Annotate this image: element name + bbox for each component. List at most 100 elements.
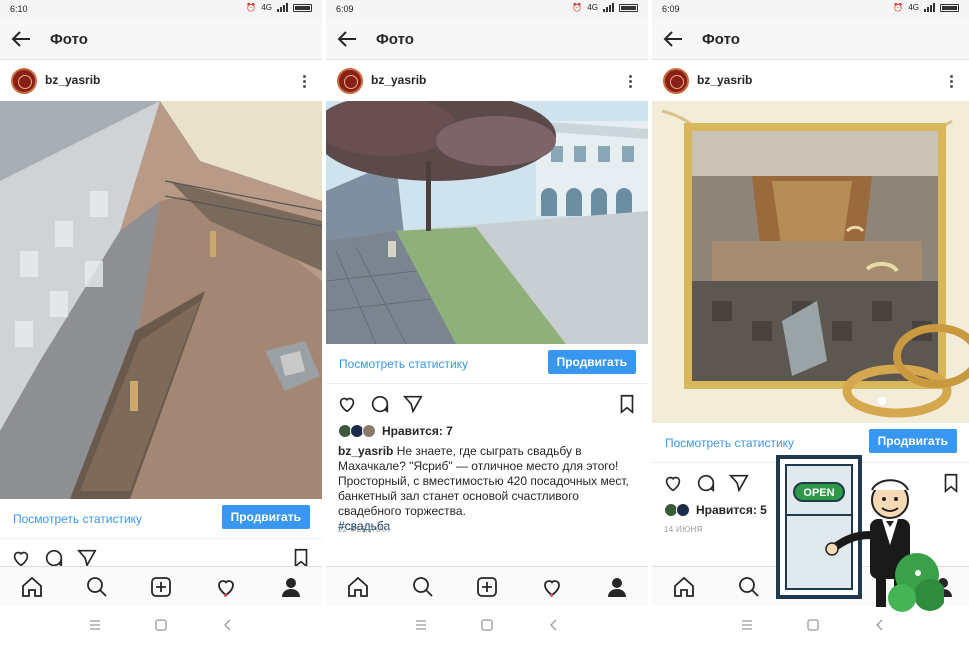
banquet-hall-photo [652,101,969,423]
activity-tab[interactable] [540,567,564,607]
building-photo [326,101,648,344]
home-icon[interactable] [20,575,44,599]
profile-icon[interactable] [279,575,303,599]
home-icon[interactable] [346,575,370,599]
promotion-row: Посмотреть статистику Продвигать [0,499,322,539]
post-date: 14 ИЮНЯ [664,525,703,534]
heart-icon[interactable] [336,393,358,415]
likes-count: Нравится: 7 [382,424,453,438]
likes-row[interactable]: Нравится: 5 [664,503,767,517]
network-label: 4G [587,3,598,12]
more-vertical-icon[interactable] [300,73,308,89]
alarm-icon: ⏰ [246,3,257,12]
profile-icon[interactable] [605,575,629,599]
signal-icon [924,3,935,12]
promote-button[interactable]: Продвигать [868,429,957,453]
arrow-left-icon[interactable] [662,29,684,49]
status-time: 6:10 [10,4,28,14]
comment-icon[interactable] [369,393,391,415]
home-square-icon[interactable] [154,618,168,632]
avatar[interactable] [663,68,689,94]
view-stats-link[interactable]: Посмотреть статистику [665,436,794,450]
post-username[interactable]: bz_yasrib [697,73,752,87]
post-photo[interactable] [326,101,648,344]
activity-tab[interactable] [214,567,238,607]
send-icon[interactable] [728,472,750,494]
post-caption: bz_yasrib Не знаете, где сыграть свадьбу… [338,444,636,534]
comment-icon[interactable] [695,472,717,494]
search-icon[interactable] [85,575,109,599]
heart-icon[interactable] [662,472,684,494]
post-date: 22 ФЕВРАЛЯ [338,525,391,534]
view-stats-link[interactable]: Посмотреть статистику [339,357,468,371]
add-post-icon[interactable] [475,575,499,599]
promote-button[interactable]: Продвигать [221,505,310,529]
battery-icon [619,3,638,12]
post-header: bz_yasrib [652,61,969,101]
signal-icon [277,3,288,12]
status-bar: 6:10 ⏰ 4G [0,0,322,19]
send-icon[interactable] [402,393,424,415]
back-nav-icon[interactable] [873,618,887,632]
avatar[interactable] [337,68,363,94]
home-icon[interactable] [672,575,696,599]
menu-icon[interactable] [414,618,428,632]
status-icons: ⏰ 4G [572,3,638,12]
bookmark-icon[interactable] [616,393,638,415]
promotion-row: Посмотреть статистику Продвигать [326,344,648,384]
battery-icon [940,3,959,12]
post-username[interactable]: bz_yasrib [45,73,100,87]
arrow-left-icon[interactable] [10,29,32,49]
post-header: bz_yasrib [0,61,322,101]
avatar[interactable] [11,68,37,94]
courtyard-photo [0,101,322,499]
liker-avatar [362,424,376,438]
status-time: 6:09 [662,4,680,14]
top-toolbar: Фото [652,19,969,60]
page-title: Фото [376,31,414,48]
search-icon[interactable] [737,575,761,599]
top-toolbar: Фото [326,19,648,60]
likes-count: Нравится: 5 [696,503,767,517]
bottom-tab-bar [326,566,648,606]
promote-button[interactable]: Продвигать [547,350,636,374]
back-nav-icon[interactable] [221,618,235,632]
system-nav-bar [326,606,648,645]
system-nav-bar [0,606,322,645]
network-label: 4G [261,3,272,12]
view-stats-link[interactable]: Посмотреть статистику [13,512,142,526]
more-vertical-icon[interactable] [626,73,634,89]
caption-username[interactable]: bz_yasrib [338,444,393,458]
back-nav-icon[interactable] [547,618,561,632]
search-icon[interactable] [411,575,435,599]
status-time: 6:09 [336,4,354,14]
bottom-tab-bar [0,566,322,606]
page-title: Фото [702,31,740,48]
more-vertical-icon[interactable] [947,73,955,89]
open-sign-text: OPEN [803,487,834,499]
menu-icon[interactable] [740,618,754,632]
status-bar: 6:09 ⏰ 4G [326,0,648,19]
arrow-left-icon[interactable] [336,29,358,49]
phone-screen-1: 6:10 ⏰ 4G Фото bz_yasrib Посмотреть стат… [0,0,322,645]
home-square-icon[interactable] [806,618,820,632]
notification-dot [224,594,227,597]
top-toolbar: Фото [0,19,322,60]
phone-screen-2: 6:09 ⏰ 4G Фото bz_yasrib Посмотреть стат… [326,0,648,645]
battery-icon [293,3,312,12]
page-title: Фото [50,31,88,48]
liker-avatar [676,503,690,517]
post-photo[interactable] [0,101,322,499]
status-icons: ⏰ 4G [246,3,312,12]
post-photo[interactable] [652,101,969,423]
post-username[interactable]: bz_yasrib [371,73,426,87]
signal-icon [603,3,614,12]
post-header: bz_yasrib [326,61,648,101]
screenshot-collage: 6:10 ⏰ 4G Фото bz_yasrib Посмотреть стат… [0,0,969,645]
menu-icon[interactable] [88,618,102,632]
home-square-icon[interactable] [480,618,494,632]
add-post-icon[interactable] [149,575,173,599]
status-bar: 6:09 ⏰ 4G [652,0,969,19]
likes-row[interactable]: Нравится: 7 [338,424,453,438]
status-icons: ⏰ 4G [893,3,959,12]
